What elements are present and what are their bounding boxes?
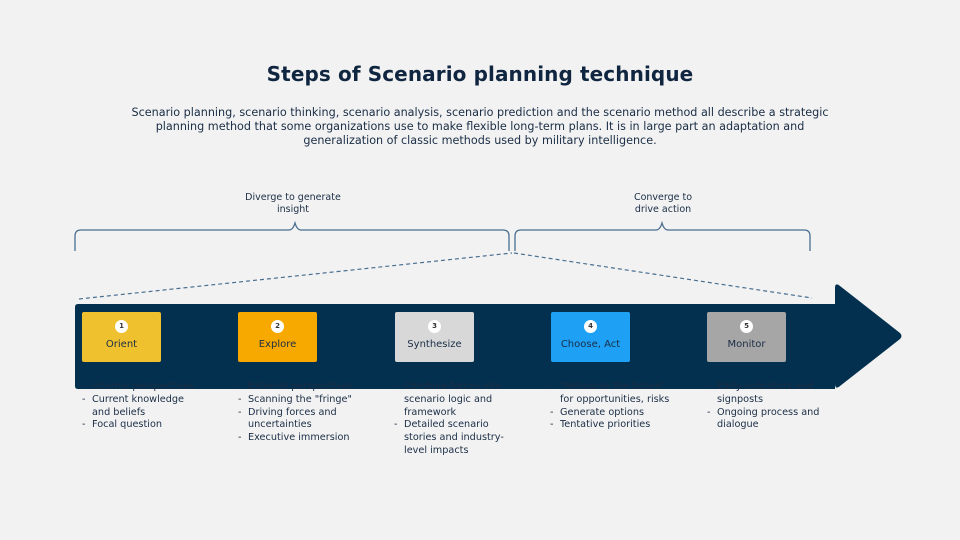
step-number-badge: 5 xyxy=(740,320,753,333)
bullet-item: Focal question xyxy=(81,419,201,432)
step-number-badge: 1 xyxy=(115,320,128,333)
bullet-item: Driving forces and uncertainties xyxy=(237,407,362,433)
bullet-list-monitor: Early indicators and signposts Ongoing p… xyxy=(706,381,831,432)
bullet-list-choose-act: "Rehearse the future" for opportunities,… xyxy=(549,381,674,432)
bullet-item: Ongoing process and dialogue xyxy=(706,407,831,433)
step-label: Choose, Act xyxy=(560,339,621,350)
step-box-monitor: 5 Monitor xyxy=(707,312,786,362)
dashed-line-left xyxy=(78,252,513,300)
brace-diverge xyxy=(74,220,510,251)
step-number-badge: 2 xyxy=(271,320,284,333)
step-label: Monitor xyxy=(727,339,766,350)
step-box-explore: 2 Explore xyxy=(238,312,317,362)
step-number-badge: 3 xyxy=(428,320,441,333)
bullet-item: Tentative priorities xyxy=(549,419,674,432)
diagram-graphics xyxy=(74,220,902,389)
bullet-item: Generate options xyxy=(549,407,674,420)
brace-converge xyxy=(514,220,811,251)
bullet-item: Combine forces into scenario logic and f… xyxy=(393,381,511,419)
step-box-synthesize: 3 Synthesize xyxy=(395,312,474,362)
step-label: Explore xyxy=(258,339,297,350)
bullet-item: External perspectives xyxy=(237,381,362,394)
bullet-item: Executive immersion xyxy=(237,432,362,445)
step-box-orient: 1 Orient xyxy=(82,312,161,362)
bullet-item: Detailed scenario stories and industry-l… xyxy=(393,419,511,457)
bullet-list-orient: Internal perspectives Current knowledge … xyxy=(81,381,201,432)
step-number-badge: 4 xyxy=(584,320,597,333)
step-label: Orient xyxy=(105,339,138,350)
bullet-item: Current knowledge and beliefs xyxy=(81,394,201,420)
bullet-list-explore: External perspectives Scanning the "frin… xyxy=(237,381,362,445)
bullet-item: Scanning the "fringe" xyxy=(237,394,362,407)
bullet-item: Early indicators and signposts xyxy=(706,381,831,407)
dashed-line-right xyxy=(513,252,813,299)
step-box-choose-act: 4 Choose, Act xyxy=(551,312,630,362)
step-label: Synthesize xyxy=(407,339,462,350)
bullet-item: Internal perspectives xyxy=(81,381,201,394)
bullet-list-synthesize: Combine forces into scenario logic and f… xyxy=(393,381,511,458)
bullet-item: "Rehearse the future" for opportunities,… xyxy=(549,381,674,407)
